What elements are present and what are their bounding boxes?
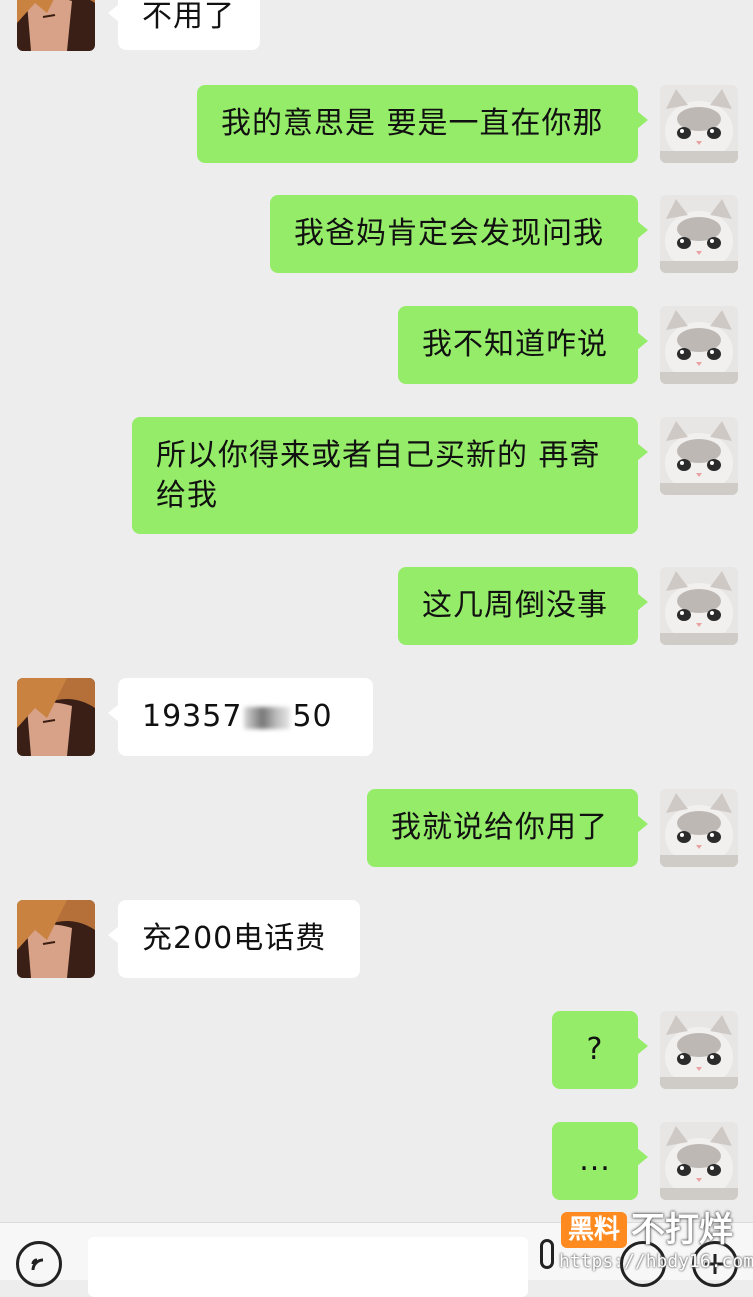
my-avatar[interactable] (660, 417, 738, 495)
message-text: 我不知道咋说 (422, 327, 608, 362)
message-bubble[interactable]: 充200电话费 (108, 900, 360, 978)
watermark-badge: 黑料 (561, 1212, 627, 1248)
message-text-line: 给我 (156, 478, 218, 513)
message-bubble[interactable]: 这几周倒没事 (398, 567, 648, 645)
message-bubble[interactable]: 我的意思是 要是一直在你那 (197, 85, 648, 163)
message-bubble[interactable]: 我不知道咋说 (398, 306, 648, 384)
watermark-text: 不打烊 (631, 1210, 733, 1250)
contact-avatar[interactable] (17, 0, 95, 51)
message-text: 这几周倒没事 (422, 588, 608, 623)
message-text: ? (586, 1032, 604, 1067)
message-input[interactable] (88, 1237, 528, 1297)
voice-toggle-icon[interactable] (16, 1241, 62, 1287)
phone-number-suffix: 50 (292, 699, 333, 734)
message-bubble[interactable]: 所以你得来或者自己买新的 再寄 给我 (132, 417, 648, 534)
message-text: ... (579, 1143, 611, 1178)
message-text-line: 所以你得来或者自己买新的 再寄 (156, 438, 601, 473)
message-text: 充200电话费 (142, 921, 327, 956)
message-bubble[interactable]: 我爸妈肯定会发现问我 (270, 195, 648, 273)
my-avatar[interactable] (660, 1011, 738, 1089)
my-avatar[interactable] (660, 789, 738, 867)
message-bubble[interactable]: 我就说给你用了 (367, 789, 648, 867)
watermark-url: https://hbdy16.com (559, 1251, 753, 1272)
watermark: 黑料 不打烊 https://hbdy16.com (557, 1210, 753, 1279)
microphone-icon[interactable] (540, 1239, 554, 1269)
my-avatar[interactable] (660, 567, 738, 645)
contact-avatar[interactable] (17, 900, 95, 978)
message-bubble[interactable]: ... (552, 1122, 648, 1200)
message-bubble[interactable]: 19357 50 (108, 678, 373, 756)
my-avatar[interactable] (660, 306, 738, 384)
message-bubble[interactable]: 不用了 (108, 0, 260, 50)
contact-avatar[interactable] (17, 678, 95, 756)
message-text: 我的意思是 要是一直在你那 (221, 106, 604, 141)
my-avatar[interactable] (660, 85, 738, 163)
my-avatar[interactable] (660, 195, 738, 273)
message-text: 不用了 (142, 0, 235, 34)
message-bubble[interactable]: ? (552, 1011, 648, 1089)
phone-number-prefix: 19357 (142, 699, 243, 734)
message-text: 我就说给你用了 (391, 810, 608, 845)
my-avatar[interactable] (660, 1122, 738, 1200)
redacted-digits (244, 706, 291, 729)
message-text: 我爸妈肯定会发现问我 (294, 216, 604, 251)
